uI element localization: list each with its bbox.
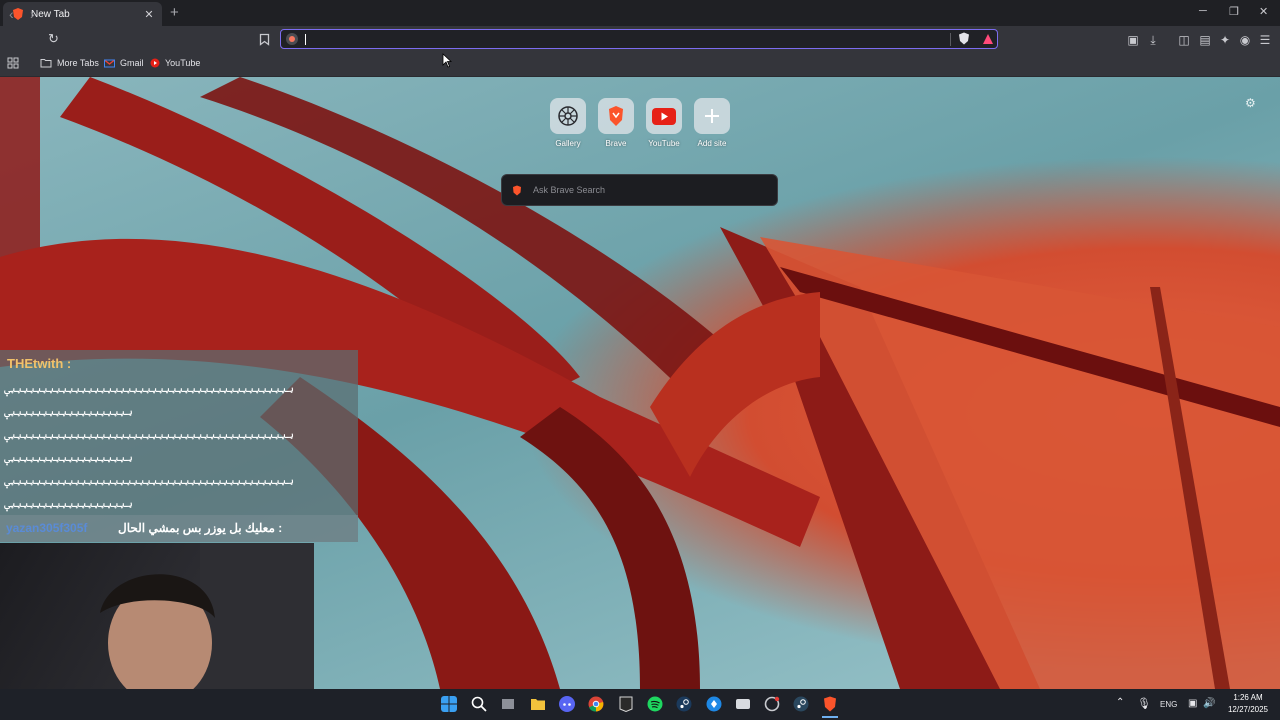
file-explorer-icon[interactable]: [530, 696, 546, 712]
top-site-gallery[interactable]: Gallery: [548, 98, 588, 148]
bookmark-more-tabs[interactable]: More Tabs: [40, 58, 99, 68]
window-close-button[interactable]: ✕: [1259, 5, 1268, 18]
task-view-icon[interactable]: [500, 696, 516, 712]
top-site-youtube[interactable]: YouTube: [644, 98, 684, 148]
top-site-label: Brave: [605, 139, 627, 148]
tab-strip: [0, 0, 1280, 26]
clock-date: 12/27/2025: [1227, 705, 1269, 714]
gear-icon[interactable]: ⚙: [1245, 96, 1256, 110]
brave-browser-icon[interactable]: [822, 696, 838, 712]
address-bar[interactable]: [280, 29, 998, 49]
download-icon[interactable]: ⤓: [1146, 33, 1160, 47]
back-button[interactable]: ‹: [9, 6, 14, 22]
search-icon[interactable]: [471, 696, 487, 712]
discord-icon[interactable]: [559, 696, 575, 712]
top-site-label: Gallery: [555, 139, 581, 148]
screenshot-icon[interactable]: ▣: [1126, 33, 1140, 47]
new-tab-button[interactable]: +: [170, 4, 179, 21]
spotify-icon[interactable]: [647, 696, 663, 712]
top-site-label: YouTube: [648, 139, 680, 148]
sidebar-icon[interactable]: ◫: [1177, 33, 1191, 47]
chevron-up-icon[interactable]: ⌃: [1116, 697, 1124, 708]
bookmark-icon[interactable]: [259, 33, 270, 46]
brave-search-box[interactable]: Ask Brave Search: [501, 174, 778, 206]
clock[interactable]: 1:26 AM 12/27/2025: [1222, 692, 1274, 716]
search-placeholder: Ask Brave Search: [533, 185, 606, 195]
chrome-icon[interactable]: [588, 696, 604, 712]
youtube-icon: [652, 107, 676, 125]
chat-message-line: ؠؠؠؠؠؠؠؠؠؠؠؠؠؠؠؠؠؠؠؠؠؠؠؠؠؠؠؠؠؠؠؠؠؠؠؠؠؠؠؠ…: [4, 429, 295, 441]
top-site-brave[interactable]: Brave: [596, 98, 636, 148]
reload-button[interactable]: ↻: [48, 31, 59, 47]
taskbar: [0, 689, 1280, 720]
windows-start-icon[interactable]: [441, 696, 457, 712]
tile: [550, 98, 586, 134]
leo-ai-icon[interactable]: ✦: [1218, 33, 1232, 47]
bookmark-gmail[interactable]: Gmail: [104, 58, 144, 68]
text-caret: [305, 34, 306, 45]
app-icon[interactable]: [735, 696, 751, 712]
menu-icon[interactable]: ☰: [1258, 33, 1272, 47]
minimize-button[interactable]: ─: [1199, 5, 1207, 17]
brave-shields-icon[interactable]: [958, 32, 970, 45]
restore-button[interactable]: ❐: [1229, 5, 1239, 18]
apps-grid-icon[interactable]: [7, 57, 19, 69]
chat-username: THEtwith :: [7, 356, 72, 371]
app-icon[interactable]: [764, 696, 780, 712]
brave-icon: [513, 185, 521, 195]
mouse-cursor-icon: [442, 53, 452, 68]
brave-icon: [609, 106, 623, 126]
chat-message-line: ؠؠؠؠؠؠؠؠؠؠؠؠؠؠؠؠؠؠؠؠ: [4, 452, 134, 464]
wallet-icon[interactable]: ▤: [1198, 33, 1212, 47]
folder-icon: [40, 59, 52, 68]
clock-time: 1:26 AM: [1233, 693, 1263, 702]
close-icon[interactable]: ✕: [141, 8, 157, 21]
tile: [646, 98, 682, 134]
steam-icon[interactable]: [793, 696, 809, 712]
brave-rewards-icon[interactable]: [982, 33, 994, 45]
chat-overlay: [0, 350, 358, 542]
plus-icon: [705, 109, 719, 123]
chat-message-line: ؠؠؠؠؠؠؠؠؠؠؠؠؠؠؠؠؠؠؠؠؠؠؠؠؠؠؠؠؠؠؠؠؠؠؠؠؠؠؠؠ…: [4, 383, 295, 395]
chat-message-line: ؠؠؠؠؠؠؠؠؠؠؠؠؠؠؠؠؠؠؠؠؠؠؠؠؠؠؠؠؠؠؠؠؠؠؠؠؠؠؠؠ…: [4, 475, 295, 487]
gallery-icon: [558, 106, 578, 126]
add-site-button[interactable]: Add site: [692, 98, 732, 148]
app-icon[interactable]: [706, 696, 722, 712]
vpn-icon[interactable]: ◉: [1238, 33, 1252, 47]
tile: [598, 98, 634, 134]
tab-title: New Tab: [31, 8, 70, 20]
forward-button[interactable]: ›: [30, 6, 35, 22]
epic-games-icon[interactable]: [618, 696, 634, 712]
tab-new-tab[interactable]: New Tab ✕: [3, 2, 162, 26]
language-indicator[interactable]: ENG: [1160, 700, 1177, 709]
chat-message: : معليك بل يوزر بس بمشي الحال: [118, 521, 283, 535]
active-app-indicator: [822, 716, 838, 718]
divider: [950, 33, 951, 46]
site-info-icon[interactable]: [286, 33, 298, 45]
chat-username: yazan305f305f: [6, 521, 88, 535]
tile: [694, 98, 730, 134]
top-site-label: Add site: [697, 139, 727, 148]
chat-message-line: ؠؠؠؠؠؠؠؠؠؠؠؠؠؠؠؠؠؠؠؠ: [4, 406, 134, 418]
network-icon[interactable]: ▣: [1188, 698, 1197, 709]
volume-icon[interactable]: 🔊: [1203, 698, 1215, 709]
bookmark-label: YouTube: [165, 58, 201, 68]
gmail-icon: [104, 58, 115, 67]
bookmark-label: More Tabs: [57, 58, 99, 68]
youtube-icon: [150, 58, 160, 68]
steam-icon[interactable]: [676, 696, 692, 712]
bookmark-label: Gmail: [120, 58, 144, 68]
microphone-icon[interactable]: 🎙: [1137, 697, 1151, 710]
bookmark-youtube[interactable]: YouTube: [150, 58, 200, 68]
chat-message-line: ؠؠؠؠؠؠؠؠؠؠؠؠؠؠؠؠؠؠؠؠ: [4, 498, 134, 510]
